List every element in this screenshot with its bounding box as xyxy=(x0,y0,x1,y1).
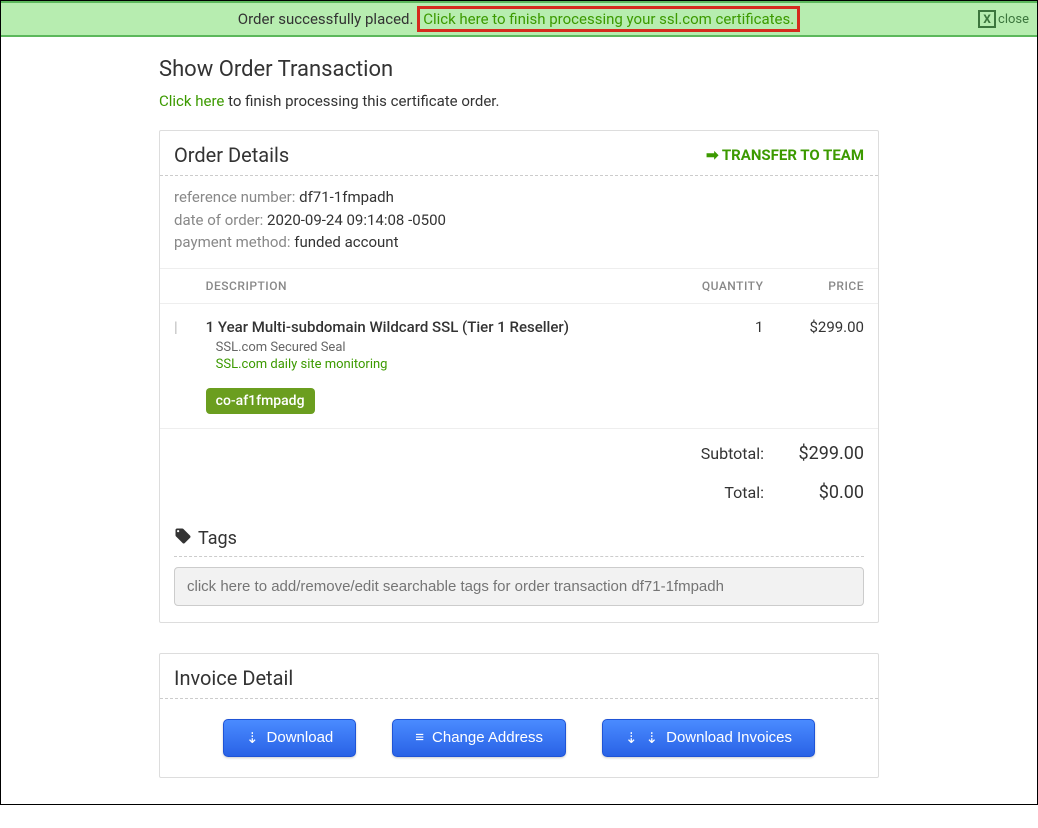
finish-processing-link[interactable]: Click here to finish processing your ssl… xyxy=(417,6,800,32)
cert-badge[interactable]: co-af1fmpadg xyxy=(206,388,315,414)
item-quantity: 1 xyxy=(668,303,777,428)
close-icon: X xyxy=(978,10,996,28)
close-label: close xyxy=(998,12,1029,27)
col-price: PRICE xyxy=(777,269,878,304)
order-details-header: Order Details xyxy=(174,143,289,167)
download-invoices-button[interactable]: Download Invoices xyxy=(602,719,815,757)
click-here-link[interactable]: Click here xyxy=(159,92,224,110)
subtotal-label: Subtotal: xyxy=(701,444,764,463)
totals-section: Subtotal: $299.00 Total: $0.00 xyxy=(160,428,878,517)
tags-input[interactable] xyxy=(174,567,864,606)
table-row: | 1 Year Multi-subdomain Wildcard SSL (T… xyxy=(160,303,878,428)
col-description: DESCRIPTION xyxy=(192,269,669,304)
col-quantity: QUANTITY xyxy=(668,269,777,304)
transfer-label: TRANSFER TO TEAM xyxy=(722,146,864,164)
order-details-card: Order Details TRANSFER TO TEAM reference… xyxy=(159,130,879,623)
tags-section: Tags xyxy=(160,517,878,622)
item-sub-seal: SSL.com Secured Seal xyxy=(216,340,655,355)
total-label: Total: xyxy=(724,483,764,502)
list-icon xyxy=(415,729,424,746)
success-alert: Order successfully placed. Click here to… xyxy=(1,1,1037,37)
tag-icon xyxy=(174,527,192,550)
download-label: Download xyxy=(267,729,334,746)
ref-value: df71-1fmpadh xyxy=(299,188,394,206)
date-value: 2020-09-24 09:14:08 -0500 xyxy=(267,211,446,229)
arrow-right-icon xyxy=(706,146,719,164)
download-icon xyxy=(625,729,638,747)
subtotal-value: $299.00 xyxy=(784,443,864,464)
download-icon xyxy=(646,729,659,747)
page-title: Show Order Transaction xyxy=(159,57,879,82)
transfer-to-team-link[interactable]: TRANSFER TO TEAM xyxy=(706,146,864,164)
alert-prefix: Order successfully placed. xyxy=(238,10,414,28)
payment-label: payment method: xyxy=(174,233,294,251)
item-price: $299.00 xyxy=(777,303,878,428)
tags-header-label: Tags xyxy=(198,528,237,549)
item-sub-monitoring[interactable]: SSL.com daily site monitoring xyxy=(216,357,655,372)
change-address-label: Change Address xyxy=(432,729,543,746)
download-icon xyxy=(246,729,259,747)
invoice-header: Invoice Detail xyxy=(174,666,864,690)
close-alert-button[interactable]: X close xyxy=(978,10,1029,28)
date-label: date of order: xyxy=(174,211,267,229)
order-meta: reference number: df71-1fmpadh date of o… xyxy=(160,176,878,269)
items-table: DESCRIPTION QUANTITY PRICE | 1 Year Mult… xyxy=(160,269,878,428)
download-button[interactable]: Download xyxy=(223,719,356,757)
payment-value: funded account xyxy=(294,233,398,251)
finish-processing-row: Click here to finish processing this cer… xyxy=(159,92,879,110)
item-description: 1 Year Multi-subdomain Wildcard SSL (Tie… xyxy=(206,318,655,336)
download-invoices-label: Download Invoices xyxy=(666,729,792,746)
invoice-detail-card: Invoice Detail Download Change Address D… xyxy=(159,653,879,778)
total-value: $0.00 xyxy=(784,482,864,503)
row-number: | xyxy=(160,303,192,428)
ref-label: reference number: xyxy=(174,188,299,206)
change-address-button[interactable]: Change Address xyxy=(392,719,566,757)
finish-suffix: to finish processing this certificate or… xyxy=(224,92,499,110)
